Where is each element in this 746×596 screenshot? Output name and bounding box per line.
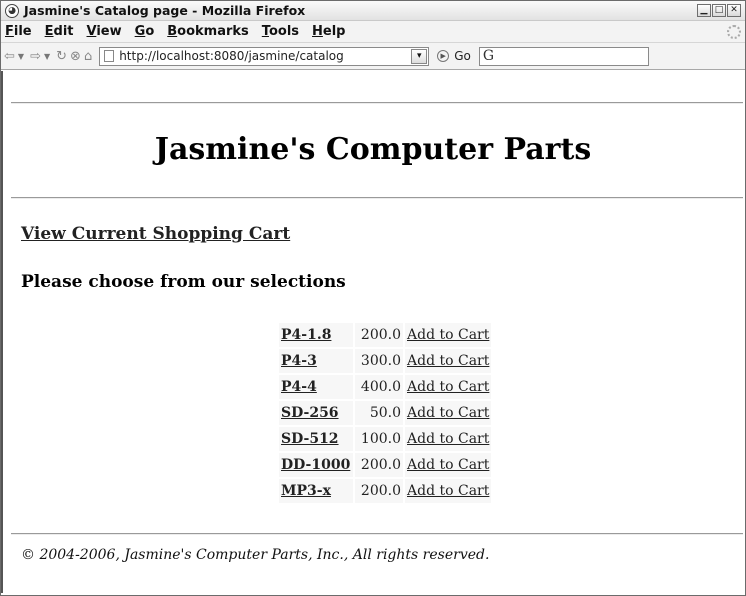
back-icon[interactable]: ⇦ <box>4 49 15 64</box>
product-price: 200.0 <box>355 323 403 347</box>
menu-tools[interactable]: Tools <box>262 24 299 39</box>
title-bar: ◕ Jasmine's Catalog page - Mozilla Firef… <box>1 1 745 21</box>
product-price: 200.0 <box>355 479 403 503</box>
url-bar[interactable]: http://localhost:8080/jasmine/catalog ▾ <box>99 46 430 66</box>
page-icon <box>104 50 115 62</box>
product-price: 400.0 <box>355 375 403 399</box>
add-to-cart-link[interactable]: Add to Cart <box>407 457 489 473</box>
add-to-cart-link[interactable]: Add to Cart <box>407 431 489 447</box>
maximize-icon[interactable]: □ <box>712 4 726 17</box>
firefox-icon: ◕ <box>5 3 19 18</box>
divider <box>11 102 743 104</box>
throbber-icon <box>727 24 741 39</box>
table-row: P4-4 400.0 Add to Cart <box>279 375 492 399</box>
browser-window: ◕ Jasmine's Catalog page - Mozilla Firef… <box>0 0 746 596</box>
home-icon[interactable]: ⌂ <box>84 49 92 64</box>
close-icon[interactable]: ✕ <box>727 4 741 17</box>
product-price: 200.0 <box>355 453 403 477</box>
url-text[interactable]: http://localhost:8080/jasmine/catalog <box>119 49 411 63</box>
url-dropdown-icon[interactable]: ▾ <box>411 48 428 64</box>
reload-icon[interactable]: ↻ <box>56 49 67 64</box>
page-content: Jasmine's Computer Parts View Current Sh… <box>1 71 743 593</box>
minimize-icon[interactable]: ▁ <box>697 4 711 17</box>
divider <box>11 533 743 535</box>
menu-view[interactable]: View <box>87 24 122 39</box>
page-title: Jasmine's Computer Parts <box>154 132 592 167</box>
add-to-cart-link[interactable]: Add to Cart <box>407 483 489 499</box>
navigation-toolbar: ⇦ ▼ ⇨ ▼ ↻ ⊗ ⌂ http://localhost:8080/jasm… <box>1 43 745 70</box>
stop-icon[interactable]: ⊗ <box>70 49 81 64</box>
go-button[interactable]: Go <box>454 49 471 63</box>
window-title: Jasmine's Catalog page - Mozilla Firefox <box>24 3 306 18</box>
table-row: SD-256 50.0 Add to Cart <box>279 401 492 425</box>
go-icon[interactable]: ▶ <box>437 50 450 62</box>
menu-bar: File Edit View Go Bookmarks Tools Help <box>1 21 745 43</box>
product-link[interactable]: SD-256 <box>281 405 339 421</box>
menu-help[interactable]: Help <box>312 24 345 39</box>
menu-bookmarks[interactable]: Bookmarks <box>167 24 249 39</box>
product-price: 100.0 <box>355 427 403 451</box>
back-dropdown-icon[interactable]: ▼ <box>18 52 24 61</box>
product-price: 300.0 <box>355 349 403 373</box>
table-row: P4-1.8 200.0 Add to Cart <box>279 323 492 347</box>
product-link[interactable]: SD-512 <box>281 431 339 447</box>
add-to-cart-link[interactable]: Add to Cart <box>407 353 489 369</box>
table-row: MP3-x 200.0 Add to Cart <box>279 479 492 503</box>
product-link[interactable]: P4-1.8 <box>281 327 331 343</box>
google-search-icon[interactable]: G <box>483 48 494 64</box>
copyright-footer: © 2004-2006, Jasmine's Computer Parts, I… <box>21 547 490 563</box>
product-price: 50.0 <box>355 401 403 425</box>
product-link[interactable]: P4-3 <box>281 353 317 369</box>
add-to-cart-link[interactable]: Add to Cart <box>407 405 489 421</box>
add-to-cart-link[interactable]: Add to Cart <box>407 327 489 343</box>
table-row: DD-1000 200.0 Add to Cart <box>279 453 492 477</box>
product-table: P4-1.8 200.0 Add to Cart P4-3 300.0 Add … <box>277 321 493 505</box>
menu-go[interactable]: Go <box>135 24 155 39</box>
forward-dropdown-icon[interactable]: ▼ <box>44 52 50 61</box>
view-cart-link[interactable]: View Current Shopping Cart <box>21 224 290 244</box>
product-link[interactable]: P4-4 <box>281 379 317 395</box>
divider <box>11 197 743 199</box>
table-row: P4-3 300.0 Add to Cart <box>279 349 492 373</box>
menu-file[interactable]: File <box>5 24 32 39</box>
window-controls: ▁ □ ✕ <box>697 4 741 17</box>
table-row: SD-512 100.0 Add to Cart <box>279 427 492 451</box>
search-input[interactable]: G <box>478 46 649 66</box>
selection-heading: Please choose from our selections <box>21 272 346 292</box>
menu-edit[interactable]: Edit <box>45 24 74 39</box>
product-link[interactable]: DD-1000 <box>281 457 350 473</box>
add-to-cart-link[interactable]: Add to Cart <box>407 379 489 395</box>
forward-icon[interactable]: ⇨ <box>30 49 41 64</box>
product-link[interactable]: MP3-x <box>281 483 331 499</box>
